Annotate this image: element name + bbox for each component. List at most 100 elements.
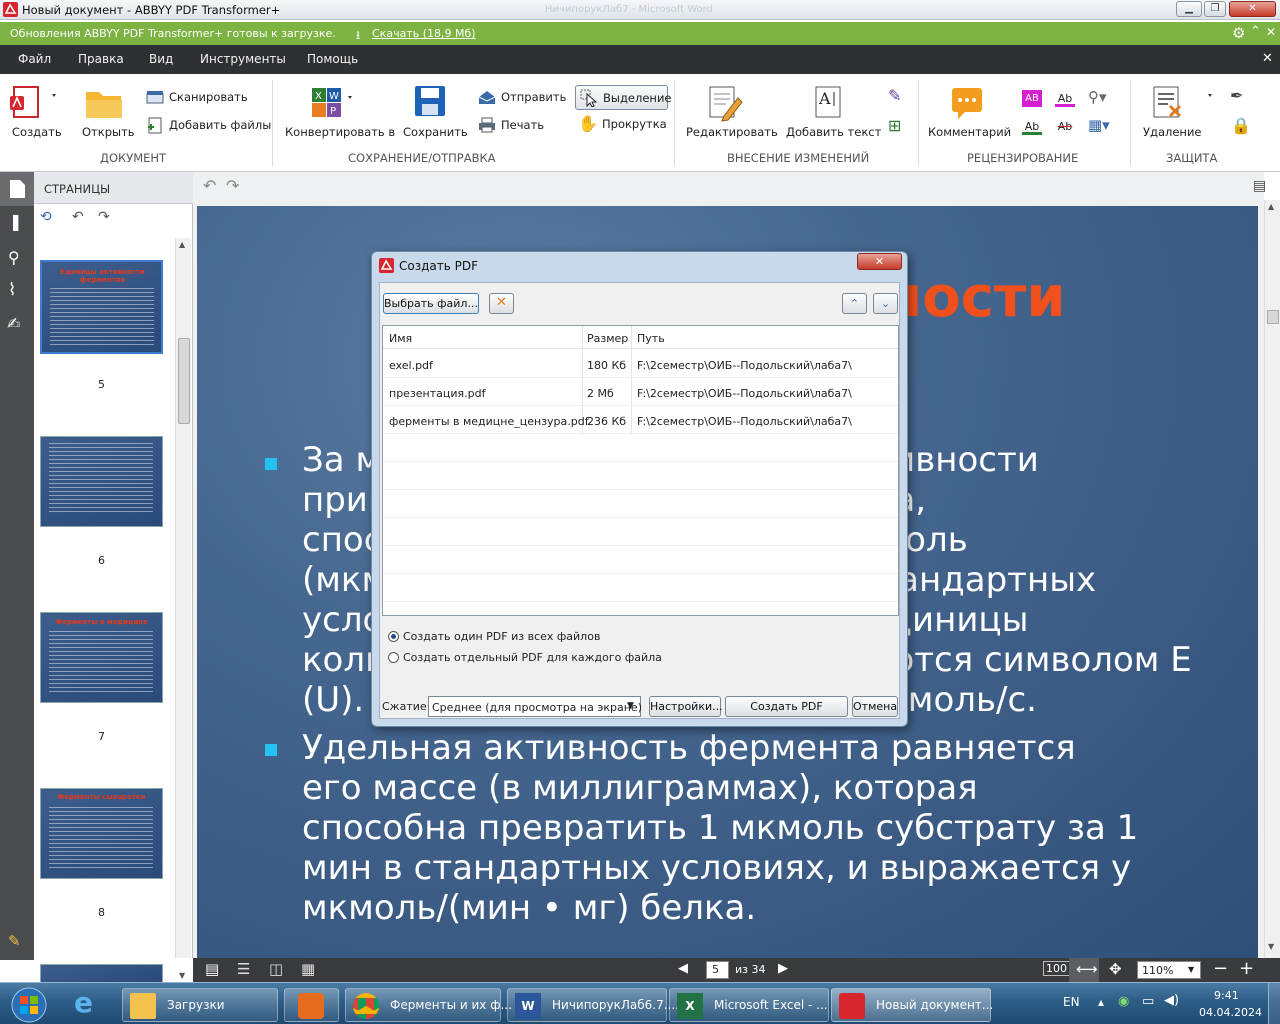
restore-button[interactable]: ❐ <box>1204 1 1226 17</box>
scroll-up-arrow-icon[interactable]: ▲ <box>1268 202 1274 211</box>
scrollbar-thumb[interactable] <box>1267 310 1279 324</box>
create-pdf-button[interactable]: Создать PDF <box>725 696 848 717</box>
tray-volume-icon[interactable]: ◀) <box>1164 993 1179 1008</box>
page-thumbnail-8[interactable]: Ферменты сыворотки <box>40 788 163 879</box>
undo-icon[interactable]: ↶ <box>203 176 216 195</box>
cancel-button[interactable]: Отмена <box>852 696 898 717</box>
scrollbar-thumb[interactable] <box>178 338 190 424</box>
previous-page-icon[interactable]: ◀ <box>678 961 688 976</box>
document-scrollbar[interactable]: ▲ ▼ <box>1264 200 1280 958</box>
comment-button[interactable]: Комментарий <box>928 84 1011 139</box>
taskbar-item-excel[interactable]: X Microsoft Excel - ... <box>669 988 829 1022</box>
menu-help[interactable]: Помощь <box>307 52 358 66</box>
move-up-button[interactable]: ⌃ <box>842 293 867 314</box>
clock-date[interactable]: 04.04.2024 <box>1199 1006 1262 1019</box>
collapse-icon[interactable]: ⌃ <box>1250 24 1261 39</box>
taskbar-item-media[interactable] <box>284 988 339 1022</box>
radio-selected[interactable] <box>388 631 399 642</box>
attachment-icon[interactable]: ⌇ <box>8 280 16 300</box>
file-row[interactable]: exel.pdf 180 Кб F:\2семестр\ОИБ--Подольс… <box>383 350 898 378</box>
comments-panel-icon[interactable]: ▤ <box>1253 178 1266 194</box>
create-button[interactable]: Создать <box>8 84 62 139</box>
rotate-page-icon[interactable]: ⟲ <box>40 209 52 225</box>
minimize-button[interactable]: ▁ <box>1176 1 1202 17</box>
menu-tools[interactable]: Инструменты <box>200 52 286 66</box>
compression-select[interactable]: Среднее (для просмотра на экране) ▼ <box>428 696 642 717</box>
close-document-icon[interactable]: ✕ <box>1262 51 1273 66</box>
notes-icon[interactable]: ✎ <box>8 932 21 950</box>
gear-icon[interactable]: ⚙ <box>1232 24 1245 42</box>
scroll-up-arrow-icon[interactable]: ▲ <box>179 240 185 249</box>
add-text-button[interactable]: A Добавить текст <box>786 84 881 139</box>
taskbar-item-word[interactable]: W НичипорукЛаб6.7.... <box>507 988 679 1022</box>
file-row[interactable]: ферменты в медицне_цензура.pdf 236 Кб F:… <box>383 406 898 434</box>
tray-monitor-icon[interactable]: ▭ <box>1142 994 1154 1009</box>
continuous-view-icon[interactable]: ☰ <box>237 960 250 978</box>
file-row[interactable]: презентация.pdf 2 Мб F:\2семестр\ОИБ--По… <box>383 378 898 406</box>
remove-file-button[interactable]: ✕ <box>489 293 514 314</box>
radio-unselected[interactable] <box>388 652 399 663</box>
menu-edit[interactable]: Правка <box>78 52 124 66</box>
file-list[interactable]: Имя Размер Путь exel.pdf 180 Кб F:\2семе… <box>382 325 899 616</box>
open-button[interactable]: Открыть <box>82 84 135 139</box>
scroll-down-arrow-icon[interactable]: ▼ <box>179 971 185 980</box>
pages-scrollbar[interactable]: ▲ ▼ <box>175 238 191 980</box>
stamp-icon[interactable]: ⚲▾ <box>1088 88 1107 106</box>
menu-view[interactable]: Вид <box>149 52 173 66</box>
insert-text-icon[interactable]: Аb <box>1022 118 1042 135</box>
underline-text-icon[interactable]: Аb <box>1055 90 1075 107</box>
zoom-select[interactable]: 110% ▼ <box>1137 961 1201 979</box>
delete-button[interactable]: Удаление <box>1142 84 1212 139</box>
download-update-link[interactable]: Скачать (18,9 Мб) <box>372 27 476 40</box>
single-page-view-icon[interactable]: ▤ <box>205 960 219 978</box>
lock-icon[interactable]: 🔒 <box>1231 116 1251 135</box>
page-thumbnail-partial[interactable] <box>40 964 163 984</box>
highlight-text-icon[interactable]: АВ <box>1022 90 1042 107</box>
bookmark-icon[interactable]: ❚ <box>9 212 22 231</box>
add-image-icon[interactable]: ⊞ <box>888 116 901 135</box>
column-size-header[interactable]: Размер <box>587 332 628 345</box>
save-button[interactable]: Сохранить <box>403 84 468 139</box>
start-button[interactable] <box>2 984 56 1024</box>
grid-view-icon[interactable]: ▦ <box>301 960 315 978</box>
internet-explorer-icon[interactable]: e <box>74 986 93 1019</box>
fit-width-button[interactable]: ⟷ <box>1069 958 1099 982</box>
signature-icon[interactable]: ✒ <box>1230 86 1243 105</box>
strikethrough-icon[interactable]: Аb <box>1055 118 1075 135</box>
edit-button[interactable]: Редактировать <box>686 84 778 139</box>
next-page-icon[interactable]: ▶ <box>778 961 788 976</box>
page-thumbnail-7[interactable]: Ферменты в медицине <box>40 612 163 703</box>
page-thumbnail-5[interactable]: Единицы активности ферментов <box>40 260 163 354</box>
show-desktop-button[interactable] <box>1268 983 1280 1024</box>
close-update-bar-icon[interactable]: ✕ <box>1266 25 1276 39</box>
column-path-header[interactable]: Путь <box>637 332 665 345</box>
tray-network-icon[interactable]: ▴ <box>1098 995 1104 1009</box>
choose-file-button[interactable]: Выбрать файл... <box>383 293 479 314</box>
scroll-down-arrow-icon[interactable]: ▼ <box>1268 942 1274 951</box>
settings-button[interactable]: Настройки... <box>649 696 723 717</box>
page-thumbnail-6[interactable] <box>40 436 163 527</box>
rotate-right-icon[interactable]: ↷ <box>98 209 110 225</box>
select-tool-button[interactable]: Выделение <box>575 85 672 110</box>
fit-page-icon[interactable]: ✥ <box>1109 960 1122 978</box>
rotate-left-icon[interactable]: ↶ <box>72 209 84 225</box>
column-name-header[interactable]: Имя <box>389 332 412 345</box>
close-window-button[interactable]: ✕ <box>1229 1 1276 17</box>
actual-size-icon[interactable]: 100 <box>1043 961 1070 976</box>
dialog-close-button[interactable]: ✕ <box>857 253 902 270</box>
two-page-view-icon[interactable]: ◫ <box>269 960 283 978</box>
language-indicator[interactable]: EN <box>1063 995 1080 1009</box>
tray-app-icon[interactable]: ◉ <box>1118 994 1129 1009</box>
zoom-in-icon[interactable]: + <box>1239 958 1254 979</box>
clock-time[interactable]: 9:41 <box>1214 989 1239 1002</box>
eraser-icon[interactable]: ✎ <box>888 86 901 105</box>
move-down-button[interactable]: ⌄ <box>873 293 898 314</box>
shapes-icon[interactable]: ▦▾ <box>1088 116 1110 134</box>
taskbar-item-abbyy[interactable]: Новый документ... <box>831 988 993 1022</box>
page-number-input[interactable]: 5 <box>706 961 729 979</box>
zoom-out-icon[interactable]: − <box>1213 958 1228 979</box>
menu-file[interactable]: Файл <box>18 52 51 66</box>
redo-icon[interactable]: ↷ <box>226 176 239 195</box>
taskbar-item-chrome[interactable]: Ферменты и их ф... <box>345 988 512 1022</box>
pages-panel-tab[interactable] <box>0 172 34 206</box>
